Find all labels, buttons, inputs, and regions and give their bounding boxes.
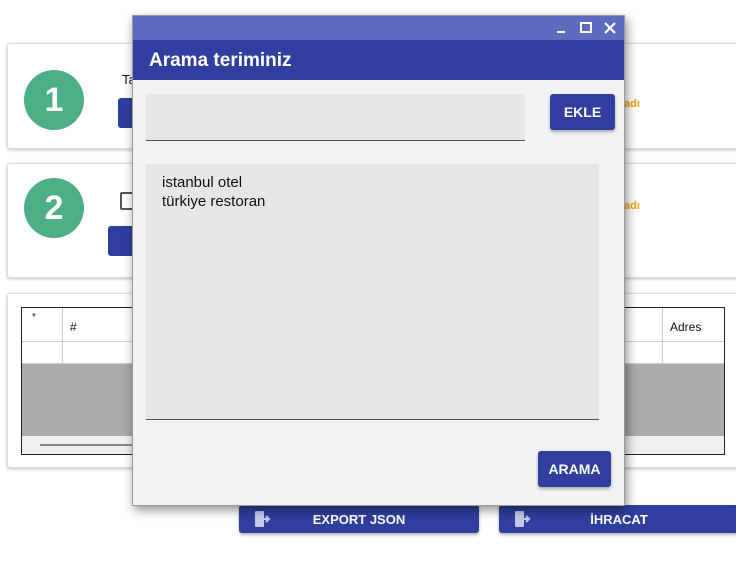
export-icon [515,511,531,527]
list-item[interactable]: istanbul otel [162,173,583,192]
search-terms-list[interactable]: istanbul otel türkiye restoran [146,164,599,420]
dialog-header: Arama teriminiz [133,40,624,80]
search-term-dialog: Arama teriminiz EKLE istanbul otel türki… [132,15,625,506]
search-button[interactable]: ARAMA [538,451,611,487]
export-icon [255,511,271,527]
search-term-input[interactable] [146,94,525,141]
export-json-label: EXPORT JSON [312,511,406,527]
ihracat-label: İHRACAT [590,511,648,527]
grid-column-header-index[interactable]: # [70,320,77,334]
step-2-status-text: adı [624,200,640,212]
close-icon[interactable] [600,18,620,38]
dialog-title: Arama teriminiz [149,50,292,71]
step-1-badge: 1 [24,70,84,130]
step-1-status-text: adı [624,98,640,110]
list-item[interactable]: türkiye restoran [162,192,583,211]
maximize-icon[interactable] [576,18,596,38]
grid-column-header-adres[interactable]: Adres [670,320,701,334]
add-button[interactable]: EKLE [550,94,615,130]
dialog-titlebar[interactable] [133,16,624,40]
grid-new-row-marker: * [32,312,36,323]
export-json-button[interactable]: EXPORT JSON [239,505,479,533]
step-2-badge: 2 [24,178,84,238]
minimize-icon[interactable] [552,18,572,38]
ihracat-button[interactable]: İHRACAT [499,505,736,533]
main-window: 1 Ta adı 2 adı # Adres * EXPORT JSON İHR… [0,0,736,566]
